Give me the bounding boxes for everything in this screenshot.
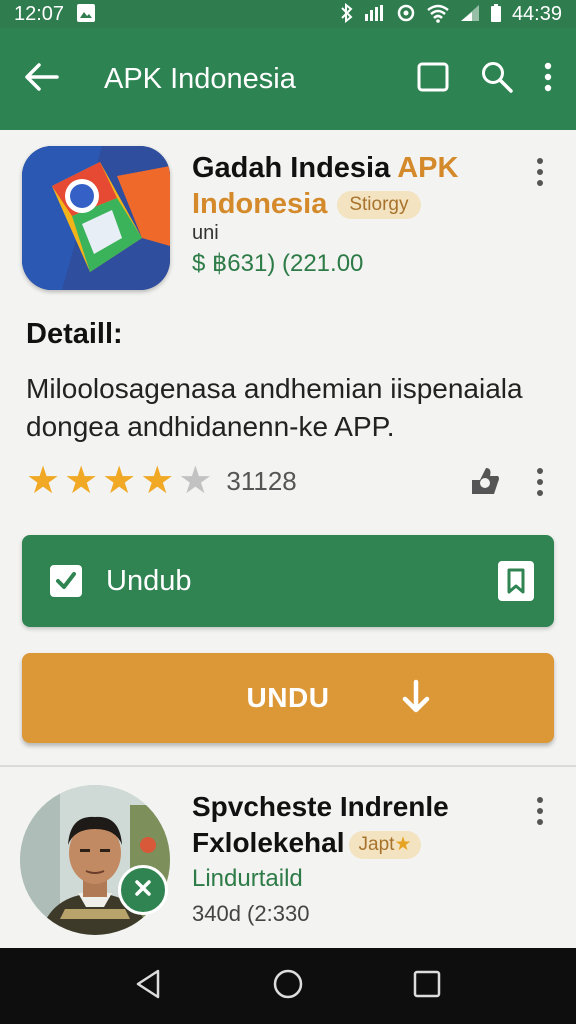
item-title-line1: Spvcheste Indrenle [192, 791, 449, 822]
app-title-accent: APK [397, 152, 459, 184]
more-dot-icon [537, 479, 543, 485]
arrow-left-icon [24, 62, 60, 97]
rating-row: ★ ★ ★ ★ ★ 31128 [26, 462, 297, 500]
item-subtitle: Lindurtaild [192, 865, 303, 892]
app-more-menu[interactable] [530, 158, 550, 186]
more-dot-icon [537, 819, 543, 825]
app-title: Gadah Indesia APK Indonesia Stiorgy [192, 150, 512, 222]
app-card: Gadah Indesia APK Indonesia Stiorgy uni $… [0, 130, 576, 765]
image-notification-icon [76, 3, 96, 26]
star-empty-icon: ★ [178, 460, 213, 502]
more-dot-icon [537, 180, 543, 186]
square-icon[interactable] [416, 61, 450, 98]
cell-signal-icon [460, 4, 480, 25]
app-bar: APK Indonesia [0, 28, 576, 130]
item-more-menu[interactable] [530, 797, 550, 825]
undub-button-label: Undub [106, 564, 192, 597]
more-vert-icon[interactable] [544, 62, 552, 97]
nav-back-icon[interactable] [134, 968, 164, 1005]
back-button[interactable] [0, 28, 84, 130]
download-arrow-icon [400, 679, 432, 720]
sync-icon [396, 3, 416, 26]
star-icon: ★ [102, 460, 137, 502]
bluetooth-icon [340, 2, 354, 26]
rating-count: 31128 [226, 465, 297, 496]
thumb-icon[interactable] [468, 464, 502, 503]
undub-button[interactable]: Undub [22, 535, 554, 627]
app-price: $ ฿631) (221.00 [192, 250, 364, 277]
app-bar-title: APK Indonesia [104, 62, 296, 95]
item-tag[interactable]: Japt★ [348, 830, 422, 859]
search-icon[interactable] [480, 60, 514, 99]
content-area: Gadah Indesia APK Indonesia Stiorgy uni $… [0, 130, 576, 948]
bookmark-icon[interactable] [498, 561, 534, 601]
list-item[interactable]: Spvcheste Indrenle Fxlolekehal Japt★ Lind… [0, 767, 576, 948]
star-icon: ★ [140, 460, 175, 502]
item-title-line2: Fxlolekehal [192, 827, 345, 858]
remove-button[interactable] [118, 865, 168, 915]
item-meta: 340d (2:330 [192, 901, 310, 926]
undu-download-button[interactable]: UNDU [22, 653, 554, 743]
wifi-icon [426, 3, 450, 26]
item-title: Spvcheste Indrenle Fxlolekehal Japt★ [192, 789, 512, 861]
status-bar: 12:07 44:39 [0, 0, 576, 28]
detail-heading: Detaill: [26, 318, 123, 350]
more-dot-icon [537, 797, 543, 803]
signal-bars-icon [364, 4, 386, 25]
checkbox-icon[interactable] [50, 565, 82, 597]
status-time: 12:07 [14, 2, 65, 25]
app-title-accent-line2: Indonesia [192, 188, 328, 220]
more-dot-icon [537, 468, 543, 474]
star-icon: ★ [64, 460, 99, 502]
more-dot-icon [537, 158, 543, 164]
app-icon[interactable] [22, 146, 170, 290]
system-nav-bar [0, 948, 576, 1024]
detail-text: Miloolosagenasa andhemian iispenaiala do… [26, 373, 523, 442]
star-icon: ★ [26, 460, 61, 502]
more-dot-icon [537, 490, 543, 496]
more-dot-icon [537, 169, 543, 175]
nav-recents-icon[interactable] [412, 969, 442, 1004]
star-icon: ★ [394, 833, 412, 855]
app-subtitle: uni [192, 222, 219, 244]
status-battery-text: 44:39 [511, 2, 562, 25]
item-tag-label: Japt [358, 833, 395, 855]
nav-home-icon[interactable] [272, 968, 304, 1005]
battery-icon [490, 3, 502, 25]
app-title-main: Gadah Indesia [192, 152, 391, 184]
rating-more-menu[interactable] [530, 468, 550, 496]
close-icon [133, 878, 153, 903]
more-dot-icon [537, 808, 543, 814]
undu-button-label: UNDU [246, 682, 330, 713]
category-tag[interactable]: Stiorgy [337, 191, 421, 220]
